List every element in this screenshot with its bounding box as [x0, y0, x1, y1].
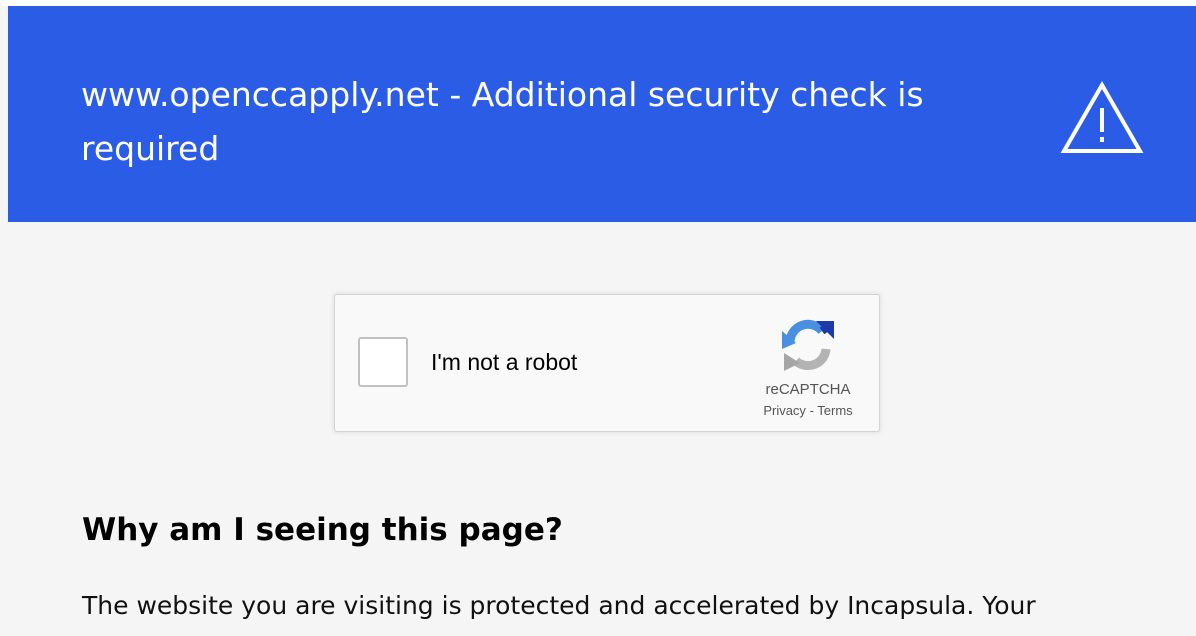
recaptcha-logo-icon	[782, 319, 834, 371]
recaptcha-links: Privacy - Terms	[733, 402, 883, 420]
not-robot-label[interactable]: I'm not a robot	[431, 347, 577, 377]
recaptcha-widget: I'm not a robot reCAPTCHA Privacy - Term…	[334, 294, 880, 432]
warning-icon	[1060, 80, 1144, 153]
privacy-link[interactable]: Privacy	[763, 403, 806, 418]
header-banner: www.openccapply.net - Additional securit…	[8, 6, 1196, 222]
recaptcha-brand-label: reCAPTCHA	[765, 381, 851, 398]
security-check-page: www.openccapply.net - Additional securit…	[0, 0, 1196, 636]
page-title: www.openccapply.net - Additional securit…	[81, 75, 924, 168]
explanation-paragraph: The website you are visiting is protecte…	[82, 591, 1036, 620]
terms-link[interactable]: Terms	[817, 403, 852, 418]
links-separator: -	[809, 403, 814, 418]
why-heading: Why am I seeing this page?	[82, 512, 563, 548]
not-robot-checkbox[interactable]	[358, 337, 408, 387]
